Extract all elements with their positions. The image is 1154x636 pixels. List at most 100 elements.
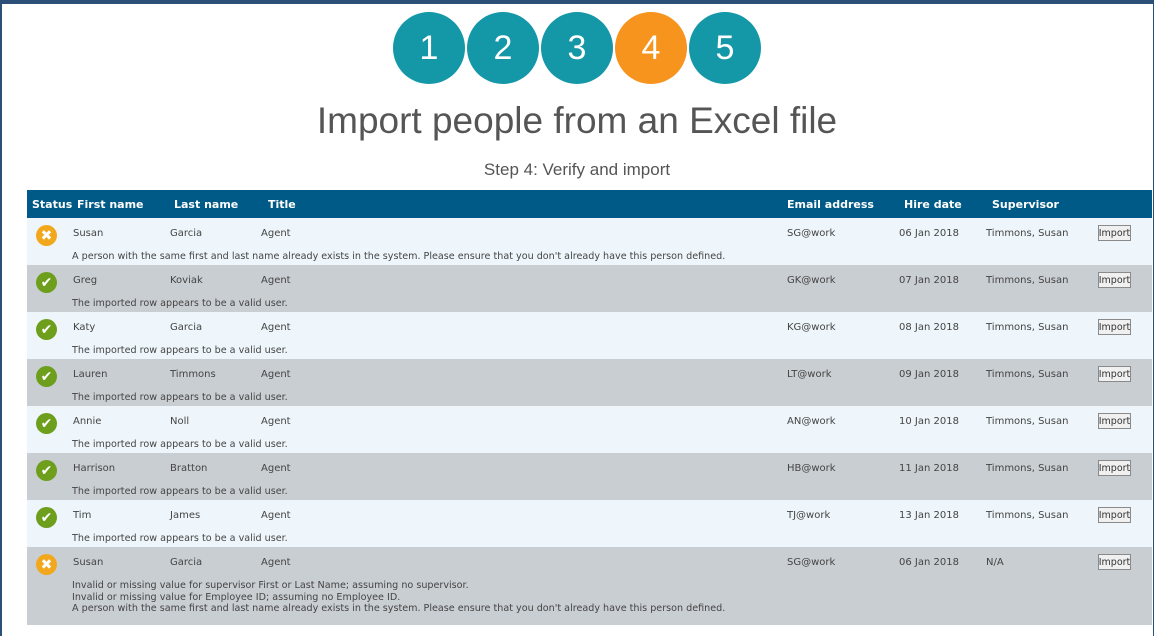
cell-title: Agent bbox=[261, 275, 291, 286]
cell-email: LT@work bbox=[787, 369, 832, 380]
cell-title: Agent bbox=[261, 557, 291, 568]
page-subtitle: Step 4: Verify and import bbox=[483, 160, 671, 179]
row-message: The imported row appears to be a valid u… bbox=[72, 533, 288, 544]
table-row: ✔ Harrison Bratton Agent HB@work 11 Jan 2018 T… bbox=[27, 453, 1152, 500]
cell-last-name: James bbox=[170, 510, 201, 521]
cell-title: Agent bbox=[261, 369, 291, 380]
cell-hire-date: 06 Jan 2018 bbox=[899, 557, 959, 568]
cell-first-name: Greg bbox=[73, 275, 98, 286]
cell-supervisor: Timmons, Susan bbox=[986, 416, 1069, 427]
row-message: A person with the same first and last na… bbox=[72, 251, 726, 262]
cell-email: HB@work bbox=[787, 463, 836, 474]
col-status: Status bbox=[32, 198, 73, 211]
cell-title: Agent bbox=[261, 228, 291, 239]
col-supervisor: Supervisor bbox=[992, 198, 1059, 211]
import-button[interactable]: Import bbox=[1098, 225, 1131, 241]
cell-last-name: Garcia bbox=[170, 557, 203, 568]
cell-title: Agent bbox=[261, 510, 291, 521]
warning-x-icon: ✖ bbox=[36, 225, 57, 246]
import-button[interactable]: Import bbox=[1098, 460, 1131, 476]
cell-title: Agent bbox=[261, 463, 291, 474]
table-row: ✖ Susan Garcia Agent SG@work 06 Jan 2018 N/A Im… bbox=[27, 547, 1152, 625]
table-header: Status First name Last name Title Email … bbox=[27, 190, 1152, 218]
cell-email: TJ@work bbox=[787, 510, 831, 521]
cell-supervisor: Timmons, Susan bbox=[986, 510, 1069, 521]
step-indicator: 12345 bbox=[0, 12, 1154, 84]
cell-hire-date: 09 Jan 2018 bbox=[899, 369, 959, 380]
cell-email: SG@work bbox=[787, 557, 836, 568]
import-button[interactable]: Import bbox=[1098, 413, 1131, 429]
valid-check-icon: ✔ bbox=[36, 460, 57, 481]
cell-first-name: Susan bbox=[73, 228, 104, 239]
row-message: The imported row appears to be a valid u… bbox=[72, 439, 288, 450]
row-message: The imported row appears to be a valid u… bbox=[72, 486, 288, 497]
table-row: ✔ Lauren Timmons Agent LT@work 09 Jan 2018 Tim… bbox=[27, 359, 1152, 406]
row-message: Invalid or missing value for Employee ID… bbox=[72, 591, 401, 603]
cell-last-name: Timmons bbox=[170, 369, 216, 380]
cell-email: GK@work bbox=[787, 275, 836, 286]
row-message: Invalid or missing value for supervisor … bbox=[72, 580, 469, 591]
col-last-name: Last name bbox=[174, 198, 239, 211]
valid-check-icon: ✔ bbox=[36, 413, 57, 434]
row-message: The imported row appears to be a valid u… bbox=[72, 392, 288, 403]
cell-hire-date: 07 Jan 2018 bbox=[899, 275, 959, 286]
valid-check-icon: ✔ bbox=[36, 319, 57, 340]
cell-hire-date: 11 Jan 2018 bbox=[899, 463, 959, 474]
step-4-active[interactable]: 4 bbox=[615, 12, 687, 84]
cell-title: Agent bbox=[261, 322, 291, 333]
cell-email: AN@work bbox=[787, 416, 836, 427]
cell-first-name: Katy bbox=[73, 322, 96, 333]
table-row: ✖ Susan Garcia Agent SG@work 06 Jan 2018 Timmo… bbox=[27, 218, 1152, 265]
cell-last-name: Koviak bbox=[170, 275, 203, 286]
row-message: The imported row appears to be a valid u… bbox=[72, 345, 288, 356]
cell-last-name: Garcia bbox=[170, 228, 203, 239]
cell-email: KG@work bbox=[787, 322, 836, 333]
page-title: Import people from an Excel file bbox=[316, 100, 838, 141]
cell-title: Agent bbox=[261, 416, 291, 427]
cell-first-name: Harrison bbox=[73, 463, 116, 474]
import-button[interactable]: Import bbox=[1098, 554, 1131, 570]
cell-supervisor: Timmons, Susan bbox=[986, 463, 1069, 474]
row-message: A person with the same first and last na… bbox=[72, 603, 726, 614]
table-row: ✔ Annie Noll Agent AN@work 10 Jan 2018 Timmons… bbox=[27, 406, 1152, 453]
step-5[interactable]: 5 bbox=[689, 12, 761, 84]
valid-check-icon: ✔ bbox=[36, 507, 57, 528]
cell-hire-date: 13 Jan 2018 bbox=[899, 510, 959, 521]
cell-supervisor: Timmons, Susan bbox=[986, 275, 1069, 286]
import-button[interactable]: Import bbox=[1098, 272, 1131, 288]
cell-hire-date: 08 Jan 2018 bbox=[899, 322, 959, 333]
cell-first-name: Tim bbox=[73, 510, 92, 521]
cell-supervisor: N/A bbox=[986, 557, 1004, 568]
import-button[interactable]: Import bbox=[1098, 319, 1131, 335]
col-hire-date: Hire date bbox=[904, 198, 962, 211]
step-2[interactable]: 2 bbox=[467, 12, 539, 84]
cell-last-name: Garcia bbox=[170, 322, 203, 333]
cell-first-name: Annie bbox=[73, 416, 102, 427]
cell-last-name: Noll bbox=[170, 416, 190, 427]
table-body: ✖ Susan Garcia Agent SG@work 06 Jan 2018 Timmo… bbox=[27, 218, 1152, 625]
cell-supervisor: Timmons, Susan bbox=[986, 322, 1069, 333]
cell-supervisor: Timmons, Susan bbox=[986, 369, 1069, 380]
table-row: ✔ Greg Koviak Agent GK@work 07 Jan 2018 Timmon… bbox=[27, 265, 1152, 312]
table-row: ✔ Tim James Agent TJ@work 13 Jan 2018 Timmons,… bbox=[27, 500, 1152, 547]
cell-last-name: Bratton bbox=[170, 463, 208, 474]
import-button[interactable]: Import bbox=[1098, 507, 1131, 523]
step-1[interactable]: 1 bbox=[393, 12, 465, 84]
table-row: ✔ Katy Garcia Agent KG@work 08 Jan 2018 Timmon… bbox=[27, 312, 1152, 359]
cell-supervisor: Timmons, Susan bbox=[986, 228, 1069, 239]
valid-check-icon: ✔ bbox=[36, 272, 57, 293]
step-3[interactable]: 3 bbox=[541, 12, 613, 84]
cell-first-name: Lauren bbox=[73, 369, 108, 380]
cell-hire-date: 06 Jan 2018 bbox=[899, 228, 959, 239]
cell-email: SG@work bbox=[787, 228, 836, 239]
cell-first-name: Susan bbox=[73, 557, 104, 568]
col-title: Title bbox=[268, 198, 296, 211]
col-first-name: First name bbox=[77, 198, 144, 211]
cell-hire-date: 10 Jan 2018 bbox=[899, 416, 959, 427]
warning-x-icon: ✖ bbox=[36, 554, 57, 575]
row-message: The imported row appears to be a valid u… bbox=[72, 298, 288, 309]
import-table: Status First name Last name Title Email … bbox=[27, 190, 1152, 625]
import-button[interactable]: Import bbox=[1098, 366, 1131, 382]
valid-check-icon: ✔ bbox=[36, 366, 57, 387]
col-email: Email address bbox=[787, 198, 874, 211]
